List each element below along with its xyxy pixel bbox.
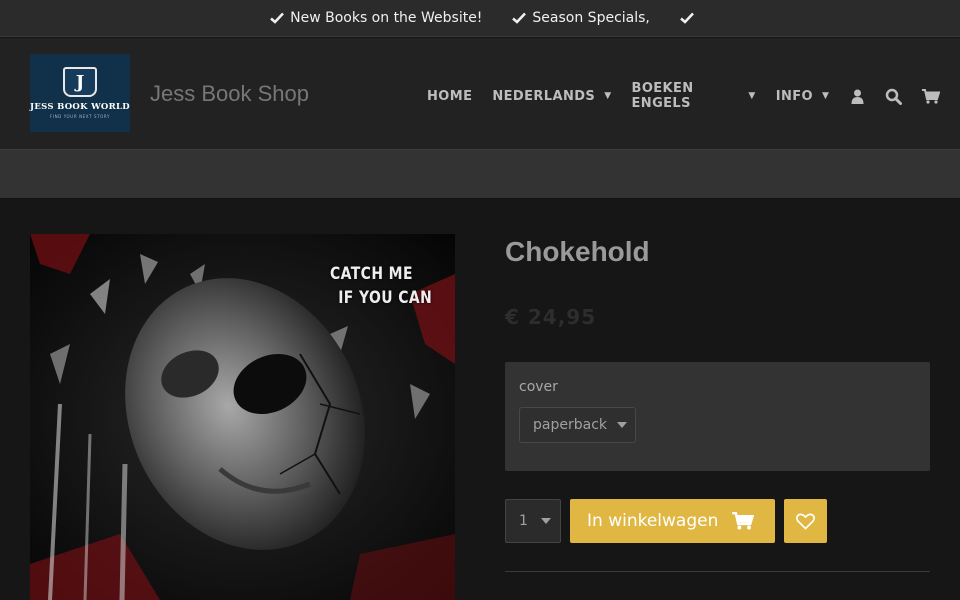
product-price: € 24,95 (505, 305, 597, 329)
caret-down-icon (617, 422, 627, 428)
user-icon[interactable] (849, 87, 865, 105)
nav-item-nederlands[interactable]: NEDERLANDS ▼ (492, 89, 611, 104)
nav-item-home[interactable]: HOME (427, 89, 472, 104)
logo-name: JESS BOOK WORLD (30, 102, 130, 112)
logo-letter: J (75, 71, 85, 93)
check-icon (512, 12, 527, 24)
logo-tagline: FIND YOUR NEXT STORY (49, 114, 111, 119)
quantity-select[interactable]: 1 (505, 499, 561, 543)
cart-icon[interactable] (922, 87, 940, 105)
divider (505, 571, 930, 572)
heart-icon (796, 513, 815, 530)
caret-down-icon (540, 518, 551, 524)
site-header: J JESS BOOK WORLD FIND YOUR NEXT STORY J… (0, 38, 960, 149)
caret-down-icon: ▼ (604, 91, 612, 101)
quantity-value: 1 (519, 513, 528, 529)
announcement-text: Season Specials, (532, 10, 650, 26)
nav-item-boeken-engels[interactable]: BOEKEN ENGELS ▼ (632, 81, 756, 111)
add-to-cart-label: In winkelwagen (587, 511, 719, 531)
shop-logo[interactable]: J JESS BOOK WORLD FIND YOUR NEXT STORY (30, 54, 130, 132)
announcement-item: Season Specials, (512, 10, 650, 26)
cover-select[interactable]: paperback (519, 407, 636, 443)
nav-item-label: BOEKEN ENGELS (631, 81, 694, 111)
nav-item-label: HOME (427, 88, 473, 104)
check-icon (680, 12, 694, 24)
nav-item-label: NEDERLANDS (492, 88, 596, 104)
search-icon[interactable] (885, 87, 902, 105)
product-title: Chokehold (505, 236, 650, 267)
cover-text: CATCH ME IF YOU CAN (330, 262, 432, 310)
nav-item-info[interactable]: INFO ▼ (776, 89, 830, 104)
cover-text-line: CATCH ME (330, 264, 413, 284)
caret-down-icon: ▼ (822, 91, 830, 101)
cart-icon (732, 512, 755, 530)
check-icon (270, 12, 285, 24)
caret-down-icon: ▼ (748, 91, 756, 101)
nav-item-label: INFO (775, 88, 813, 104)
cover-text-line: IF YOU CAN (338, 288, 433, 308)
product-options: cover paperback (505, 362, 930, 471)
option-label: cover (519, 379, 558, 395)
cover-select-value: paperback (533, 417, 607, 433)
announcement-bar: New Books on the Website! Season Special… (0, 0, 960, 37)
product-image[interactable]: CATCH ME IF YOU CAN (30, 234, 455, 600)
announcement-item: New Books on the Website! (270, 10, 482, 26)
announcement-text: New Books on the Website! (290, 10, 483, 26)
shop-title[interactable]: Jess Book Shop (150, 81, 309, 107)
add-to-cart-button[interactable]: In winkelwagen (570, 499, 775, 543)
main-nav: HOME NEDERLANDS ▼ BOEKEN ENGELS ▼ INFO ▼ (427, 81, 960, 111)
book-icon: J (63, 67, 97, 97)
wishlist-button[interactable] (784, 499, 827, 543)
breadcrumb-bar (0, 149, 960, 199)
announcement-item (680, 12, 700, 24)
